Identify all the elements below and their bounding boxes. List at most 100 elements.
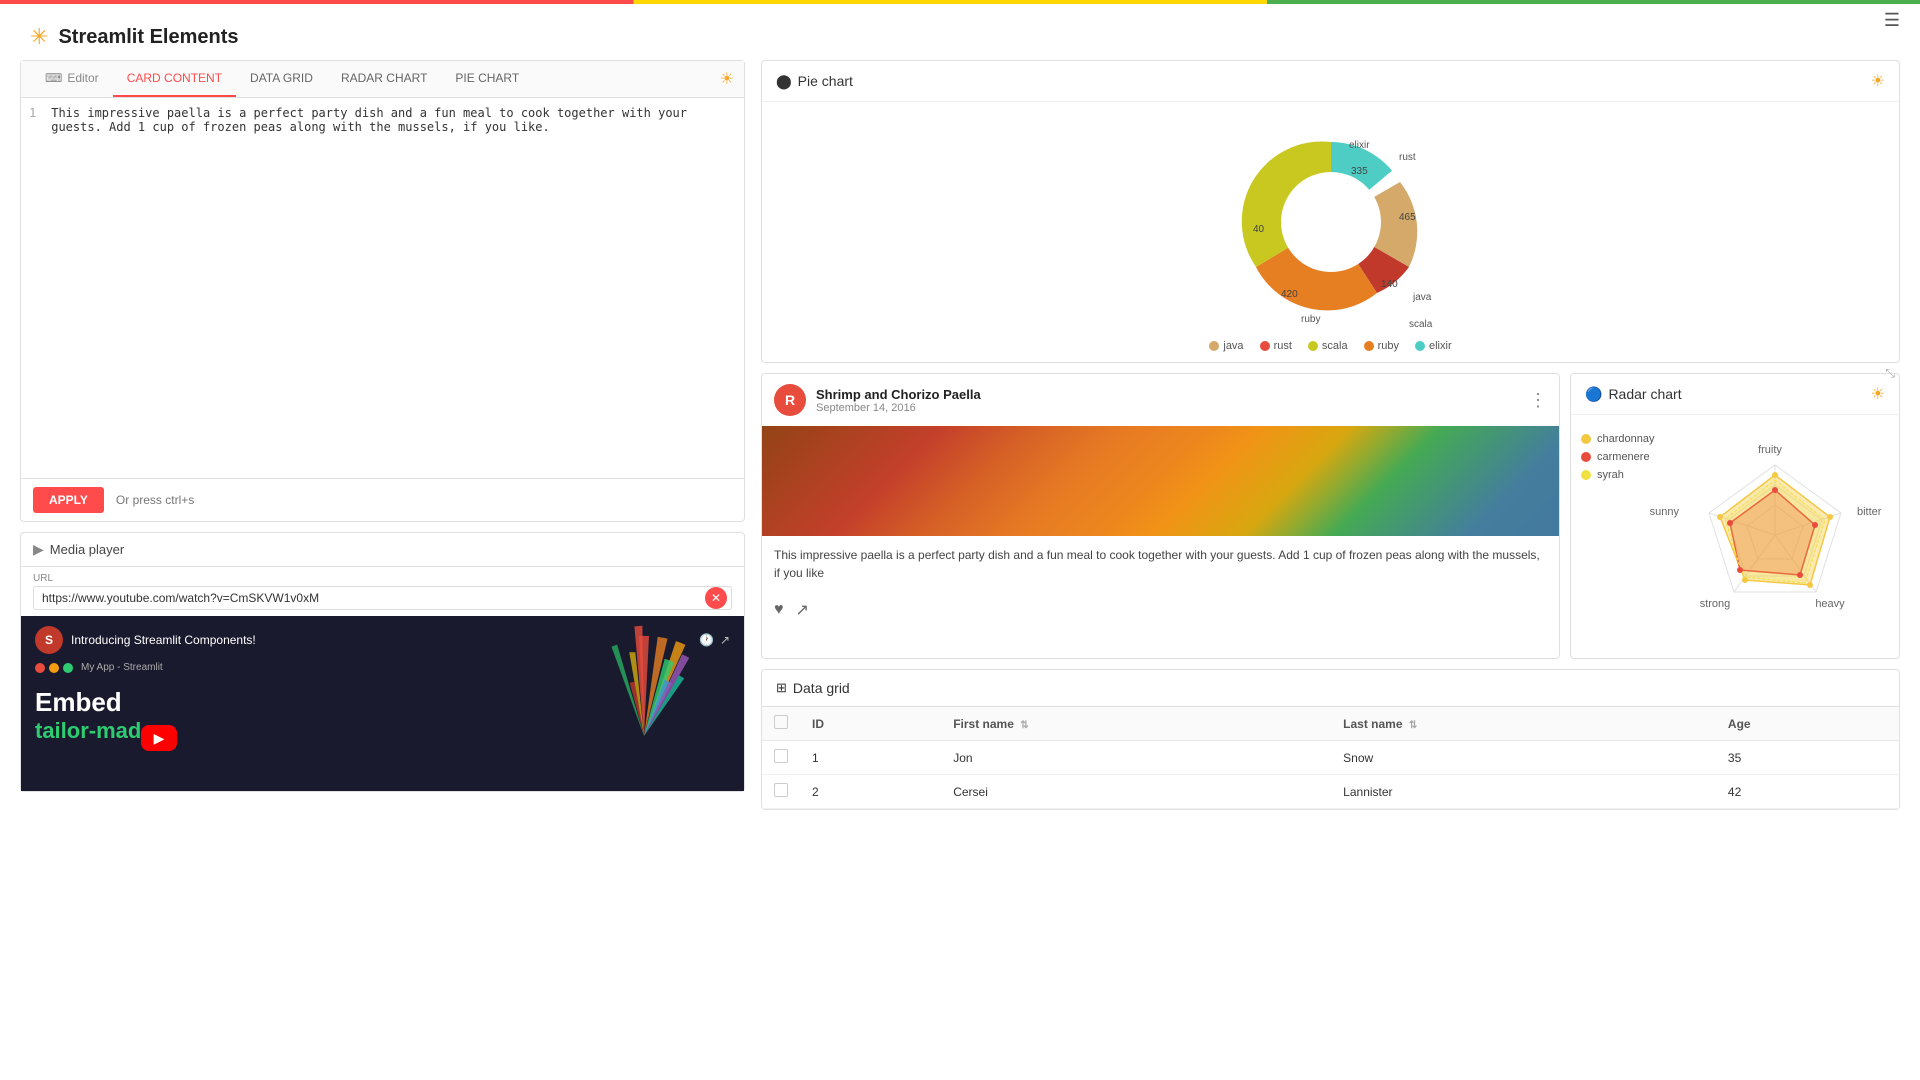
recipe-card: R Shrimp and Chorizo Paella September 14… (761, 373, 1560, 659)
row1-checkbox[interactable] (774, 749, 788, 763)
recipe-more-button[interactable]: ⋮ (1529, 390, 1547, 411)
data-grid-card: ⊞ Data grid ID First name ⇅ Last name ⇅ … (761, 669, 1900, 810)
svg-text:fruity: fruity (1758, 444, 1782, 456)
row2-checkbox[interactable] (774, 783, 788, 797)
editor-sun-icon: ☀ (720, 69, 734, 89)
radar-content: chardonnay carmenere syrah (1571, 415, 1899, 658)
row1-checkbox-cell (762, 741, 800, 775)
radar-legend: chardonnay carmenere syrah (1581, 425, 1655, 648)
tab-data-grid[interactable]: DATA GRID (236, 61, 327, 97)
legend-java: java (1209, 340, 1243, 352)
legend-dot-ruby (1364, 341, 1374, 351)
row1-last: Snow (1331, 741, 1716, 775)
tab-card-content[interactable]: CARD CONTENT (113, 61, 236, 97)
embed-text1-label: Embed (35, 687, 730, 718)
svg-text:elixir: elixir (1349, 140, 1370, 151)
svg-text:sunny: sunny (1649, 506, 1679, 518)
main-layout: ⌨ Editor CARD CONTENT DATA GRID RADAR CH… (0, 60, 1920, 1020)
svg-text:ruby: ruby (1301, 314, 1320, 325)
media-card: ▶ Media player URL ✕ (20, 532, 745, 792)
row2-checkbox-cell (762, 775, 800, 809)
editor-card: ⌨ Editor CARD CONTENT DATA GRID RADAR CH… (20, 60, 745, 522)
radar-chart-title: 🔵 Radar chart (1585, 386, 1682, 403)
row1-id: 1 (800, 741, 941, 775)
radar-legend-syrah: syrah (1581, 469, 1655, 481)
dot-yellow (49, 663, 59, 673)
code-content: This impressive paella is a perfect part… (51, 106, 736, 134)
tab-radar-chart[interactable]: RADAR CHART (327, 61, 441, 97)
row2-id: 2 (800, 775, 941, 809)
url-input[interactable] (34, 587, 705, 609)
row1-first: Jon (941, 741, 1331, 775)
radar-dot-carmenere (1581, 452, 1591, 462)
row2-first: Cersei (941, 775, 1331, 809)
table-header-row: ID First name ⇅ Last name ⇅ Age (762, 707, 1899, 741)
hamburger-button[interactable]: ☰ (1884, 10, 1900, 31)
svg-text:335: 335 (1351, 166, 1368, 177)
share-icon[interactable]: ↗ (796, 600, 809, 620)
youtube-play-button[interactable]: ▶ (141, 725, 177, 751)
svg-text:bitter: bitter (1857, 506, 1882, 518)
heart-icon[interactable]: ♥ (774, 601, 784, 619)
app-title: Streamlit Elements (58, 26, 238, 49)
th-first-name[interactable]: First name ⇅ (941, 707, 1331, 741)
channel-icon: S (35, 626, 63, 654)
table-row: 1 Jon Snow 35 (762, 741, 1899, 775)
svg-text:420: 420 (1281, 289, 1298, 300)
svg-text:40: 40 (1253, 224, 1265, 235)
legend-dot-java (1209, 341, 1219, 351)
line-number: 1 (29, 106, 36, 134)
apply-button[interactable]: APPLY (33, 487, 104, 513)
th-last-name[interactable]: Last name ⇅ (1331, 707, 1716, 741)
sort-icon-first: ⇅ (1020, 720, 1028, 731)
editor-content[interactable]: 1 This impressive paella is a perfect pa… (21, 98, 744, 478)
legend-dot-elixir (1415, 341, 1425, 351)
pie-chart-title: ⬤ Pie chart (776, 73, 853, 90)
legend-ruby: ruby (1364, 340, 1399, 352)
recipe-name: Shrimp and Chorizo Paella (816, 387, 1529, 402)
pie-chart-svg: 335 465 140 420 40 elixir java ruby rust… (1181, 112, 1481, 332)
pie-chart-container: 335 465 140 420 40 elixir java ruby rust… (762, 102, 1899, 362)
recipe-actions: ♥ ↗ (762, 592, 1559, 628)
recipe-title-section: Shrimp and Chorizo Paella September 14, … (816, 387, 1529, 414)
tab-editor[interactable]: ⌨ Editor (31, 61, 113, 97)
radar-dot-chardonnay (1581, 434, 1591, 444)
svg-text:scala: scala (1409, 319, 1433, 330)
radar-dot-syrah (1581, 470, 1591, 480)
tab-pie-chart[interactable]: PIE CHART (441, 61, 533, 97)
dot-red (35, 663, 45, 673)
grid-icon: ⊞ (776, 680, 787, 696)
right-panel: ⬤ Pie chart ☀ (761, 60, 1900, 1010)
recipe-image (762, 426, 1559, 536)
svg-text:140: 140 (1381, 279, 1398, 290)
radar-sun-icon: ☀ (1871, 384, 1885, 404)
legend-scala: scala (1308, 340, 1348, 352)
data-grid-header: ⊞ Data grid (762, 670, 1899, 707)
app-header: ✳ Streamlit Elements (0, 4, 1920, 60)
editor-footer: APPLY Or press ctrl+s (21, 478, 744, 521)
recipe-date: September 14, 2016 (816, 402, 1529, 414)
th-checkbox (762, 707, 800, 741)
shortcut-hint: Or press ctrl+s (116, 493, 194, 507)
recipe-desc: This impressive paella is a perfect part… (762, 536, 1559, 592)
clock-icon: 🕐 (699, 633, 714, 647)
video-title-text: Introducing Streamlit Components! (71, 633, 699, 647)
url-clear-button[interactable]: ✕ (705, 587, 727, 609)
svg-text:heavy: heavy (1815, 598, 1845, 610)
radar-chart-header: 🔵 Radar chart ☀ (1571, 374, 1899, 415)
row2-last: Lannister (1331, 775, 1716, 809)
row2-age: 42 (1716, 775, 1899, 809)
svg-text:rust: rust (1399, 152, 1416, 163)
pie-legend: java rust scala ruby (1209, 340, 1451, 352)
left-panel: ⌨ Editor CARD CONTENT DATA GRID RADAR CH… (20, 60, 745, 1010)
dot-green (63, 663, 73, 673)
media-player-icon: ▶ (33, 541, 44, 558)
url-section: URL ✕ (21, 567, 744, 616)
svg-text:465: 465 (1399, 212, 1416, 223)
select-all-checkbox[interactable] (774, 715, 788, 729)
th-age: Age (1716, 707, 1899, 741)
app-icon: ✳ (30, 24, 48, 50)
pie-icon: ⬤ (776, 73, 792, 90)
svg-text:java: java (1412, 292, 1432, 303)
recipe-avatar: R (774, 384, 806, 416)
